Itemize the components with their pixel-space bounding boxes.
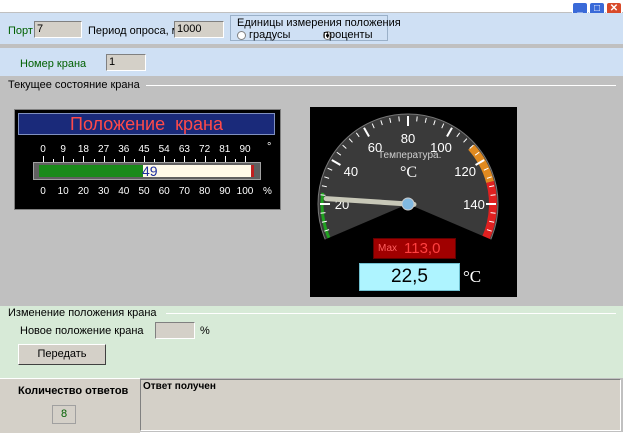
percent-tick-label: 10 — [57, 186, 69, 197]
change-divider — [166, 313, 616, 314]
position-bar-fill — [39, 165, 143, 177]
degree-symbol: ° — [267, 141, 272, 153]
gauge-tick-label: 80 — [401, 131, 415, 146]
gauge-hub — [401, 197, 415, 211]
settings-panel: Порт 7 Период опроса, мс 1000 Единицы из… — [0, 13, 623, 44]
port-field[interactable]: 7 — [34, 21, 82, 38]
responses-label: Количество ответов — [18, 385, 129, 397]
change-panel: Изменение положения крана Новое положени… — [0, 306, 623, 378]
percent-tick-label: 20 — [77, 186, 89, 197]
current-value: 22,5 — [391, 266, 428, 287]
degree-tick-label: 27 — [98, 144, 110, 155]
port-value: 7 — [37, 23, 44, 35]
new-position-percent: % — [200, 325, 210, 337]
state-section-title: Текущее состояние крана — [8, 79, 140, 91]
degree-tick-label: 45 — [138, 144, 150, 155]
percent-tick-label: 80 — [199, 186, 211, 197]
gauge-tick — [490, 212, 496, 214]
status-message: Ответ получен — [143, 381, 216, 392]
percent-tick-label: 40 — [118, 186, 130, 197]
max-value: 113,0 — [404, 240, 441, 257]
period-label: Период опроса, мс — [88, 25, 185, 37]
gauge-unit: °C — [400, 164, 418, 181]
position-title: Положение крана — [70, 114, 223, 134]
degree-tick-label: 81 — [219, 144, 231, 155]
percent-scale: 0 10 20 30 40 50 60 70 80 90 100 — [15, 186, 280, 198]
degree-tick-label: 63 — [178, 144, 190, 155]
max-indicator: Мах 113,0 — [373, 238, 456, 259]
app-window: _ □ ✕ Порт 7 Период опроса, мс 1000 Един… — [0, 0, 623, 433]
degree-tick-label: 90 — [239, 144, 251, 155]
crane-label: Номер крана — [20, 58, 87, 70]
gauge-tick — [398, 116, 400, 122]
percent-tick-label: 100 — [236, 186, 254, 197]
gauge-tick-label: 120 — [454, 164, 476, 179]
degree-tick-label: 18 — [77, 144, 89, 155]
percent-tick-label: 30 — [98, 186, 110, 197]
value-unit: °C — [463, 267, 482, 286]
change-section-title: Изменение положения крана — [8, 307, 157, 319]
percent-tick-label: 70 — [178, 186, 190, 197]
degree-tick-label: 36 — [118, 144, 130, 155]
current-value-box: 22,5 — [359, 263, 460, 291]
position-bar-track: 49 — [33, 162, 261, 180]
percent-tick-label: 50 — [138, 186, 150, 197]
degree-tick-label: 0 — [40, 144, 46, 155]
percent-tick-label: 90 — [219, 186, 231, 197]
position-value: 49 — [142, 163, 158, 179]
degree-tick-label: 9 — [60, 144, 66, 155]
position-bar-bg: 49 — [39, 163, 251, 179]
status-message-box: Ответ получен — [140, 379, 621, 431]
percent-tick-label: 60 — [158, 186, 170, 197]
percent-symbol: % — [263, 186, 272, 197]
period-field[interactable]: 1000 — [174, 21, 224, 38]
gauge-tick — [416, 116, 418, 122]
new-position-input[interactable] — [155, 322, 195, 339]
title-bar — [0, 0, 623, 12]
gauge-title: Температура. — [378, 150, 442, 161]
crane-field[interactable]: 1 — [106, 54, 146, 71]
degree-tick-label: 54 — [158, 144, 170, 155]
position-title-box: Положение крана — [18, 113, 275, 135]
gauge-tick-label: 140 — [463, 197, 485, 212]
state-divider — [146, 85, 616, 86]
units-title: Единицы измерения положения — [237, 17, 401, 29]
radio-degrees-label[interactable]: градусы — [249, 29, 290, 41]
responses-count: 8 — [52, 405, 76, 424]
crane-panel: Номер крана 1 — [0, 48, 623, 76]
gauge-tick — [320, 194, 326, 196]
max-label: Мах — [378, 243, 398, 254]
percent-tick-label: 0 — [40, 186, 46, 197]
position-indicator: Положение крана 0 9 18 27 36 45 54 63 72 81 90 ° 4… — [14, 109, 281, 210]
degree-scale: 0 9 18 27 36 45 54 63 72 81 90 — [15, 144, 280, 156]
port-label: Порт — [8, 25, 33, 37]
radio-percent-label[interactable]: проценты — [323, 29, 373, 41]
send-button[interactable]: Передать — [18, 344, 106, 365]
gauge-tick — [320, 212, 326, 214]
period-value: 1000 — [177, 23, 202, 35]
bar-end-marker — [251, 165, 254, 177]
new-position-label: Новое положение крана — [20, 325, 144, 337]
gauge-tick-label: 40 — [344, 164, 358, 179]
units-group: Единицы измерения положения градусы проц… — [230, 15, 401, 41]
temperature-gauge: 020406080100120140160 Температура. °C Ма… — [310, 107, 517, 297]
responses-panel: Количество ответов 8 — [0, 378, 140, 433]
radio-degrees[interactable] — [237, 31, 246, 40]
degree-tick-label: 72 — [199, 144, 211, 155]
crane-value: 1 — [109, 56, 116, 68]
gauge-tick — [490, 194, 496, 196]
